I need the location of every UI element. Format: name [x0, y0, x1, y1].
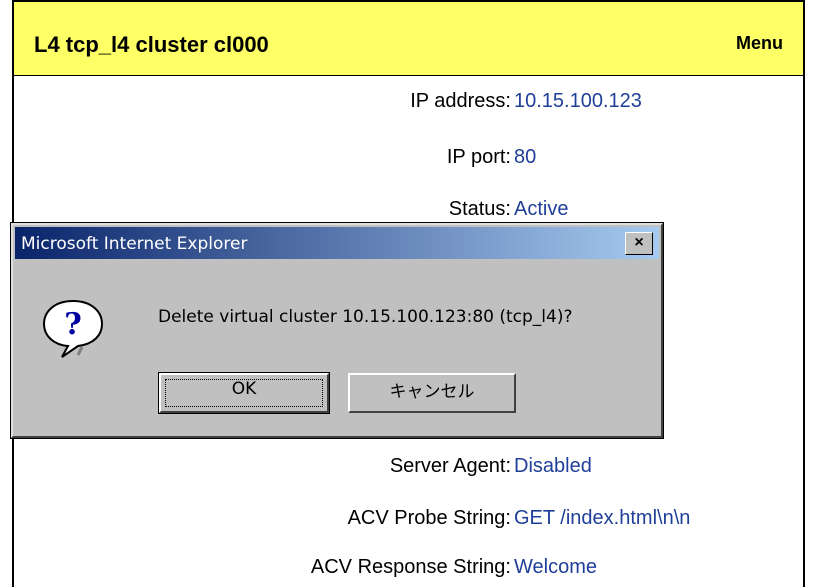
- svg-text:?: ?: [64, 307, 82, 342]
- menu-link[interactable]: Menu: [736, 33, 783, 54]
- field-row-server-agent: Server Agent: Disabled: [14, 455, 803, 485]
- field-value: Welcome: [514, 556, 597, 578]
- field-value: GET /index.html\n\n: [514, 507, 691, 529]
- field-row-acv-response-string: ACV Response String: Welcome: [14, 556, 803, 586]
- field-label: IP address:: [410, 90, 511, 112]
- field-value: 80: [514, 146, 537, 168]
- close-icon: ×: [634, 234, 644, 251]
- ok-button-label: OK: [231, 379, 257, 399]
- ok-button[interactable]: OK: [158, 372, 330, 414]
- field-label: ACV Probe String:: [347, 507, 511, 529]
- field-label: Server Agent:: [389, 455, 511, 477]
- field-label: ACV Response String:: [310, 556, 511, 578]
- field-value: 10.15.100.123: [514, 90, 642, 112]
- field-label: Status:: [448, 198, 511, 220]
- field-label: IP port:: [446, 146, 511, 168]
- dialog-title: Microsoft Internet Explorer: [21, 234, 248, 254]
- field-row-ip-address: IP address: 10.15.100.123: [14, 90, 803, 120]
- field-row-ip-port: IP port: 80: [14, 146, 803, 176]
- cancel-button-label: キャンセル: [389, 382, 475, 402]
- close-button[interactable]: ×: [625, 232, 653, 255]
- field-value: Active: [514, 198, 569, 220]
- page-title: L4 tcp_l4 cluster cl000: [34, 32, 269, 57]
- page-header: L4 tcp_l4 cluster cl000 Menu: [14, 2, 803, 76]
- confirm-dialog: Microsoft Internet Explorer × ? Delete v…: [10, 222, 664, 439]
- field-row-acv-probe-string: ACV Probe String: GET /index.html\n\n: [14, 507, 803, 537]
- dialog-title-bar[interactable]: Microsoft Internet Explorer ×: [15, 227, 659, 259]
- field-value: Disabled: [514, 455, 592, 477]
- question-icon: ?: [38, 295, 108, 366]
- dialog-message: Delete virtual cluster 10.15.100.123:80 …: [158, 307, 573, 327]
- cancel-button[interactable]: キャンセル: [348, 373, 516, 413]
